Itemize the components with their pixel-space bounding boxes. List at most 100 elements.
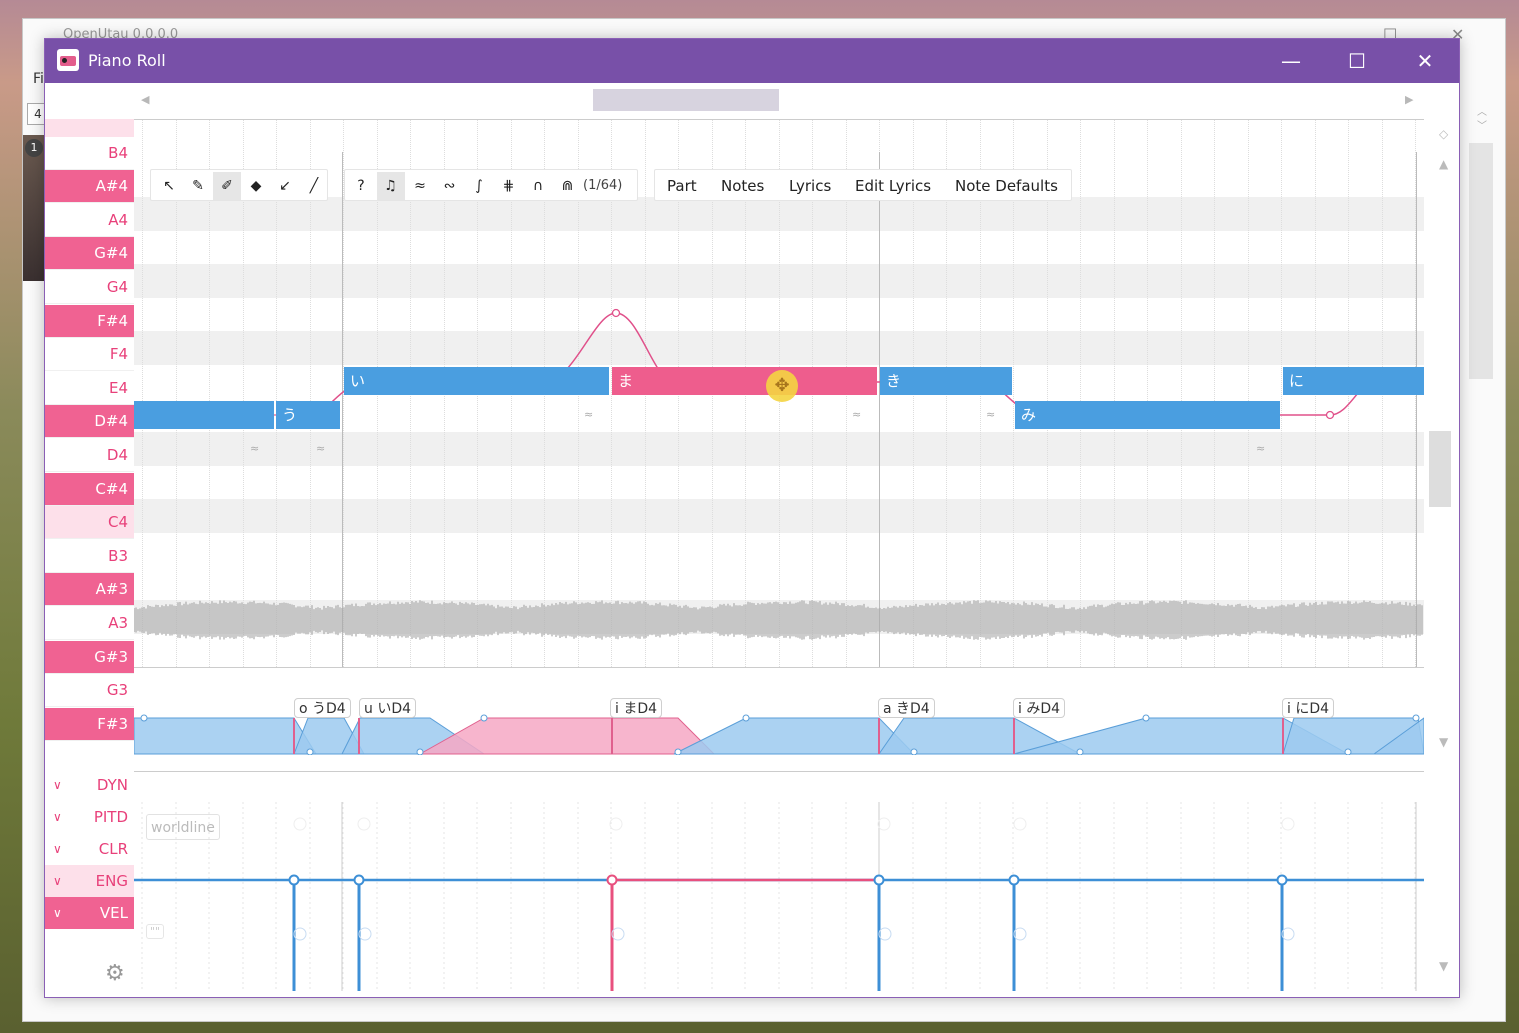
draw-pitch-tool-icon[interactable]: ↙: [271, 172, 299, 200]
close-button[interactable]: ✕: [1405, 47, 1445, 75]
note[interactable]: き: [880, 367, 1012, 395]
pen-plus-tool-icon[interactable]: ✐: [213, 172, 241, 200]
show-phoneme-icon[interactable]: ⋒: [554, 172, 582, 200]
piano-key[interactable]: A3: [45, 607, 134, 640]
piano-key[interactable]: F#4: [45, 305, 134, 338]
ghost-handle: [358, 927, 372, 941]
vibrato-toggle-icon[interactable]: ≈: [584, 408, 593, 421]
scroll-left-arrow-icon[interactable]: ◀: [141, 93, 149, 106]
scroll-down-icon[interactable]: ▼: [1439, 735, 1448, 749]
chevron-down-icon[interactable]: ∨: [53, 769, 62, 801]
phoneme-label[interactable]: i まD4: [610, 698, 663, 718]
vibrato-toggle-icon[interactable]: ≈: [986, 408, 995, 421]
window-title: Piano Roll: [88, 51, 166, 70]
note[interactable]: い: [344, 367, 609, 395]
eraser-tool-icon[interactable]: ◆: [242, 172, 270, 200]
piano-key[interactable]: B4: [45, 137, 134, 170]
background-scrollbar[interactable]: [1469, 143, 1493, 379]
phoneme-label[interactable]: o うD4: [294, 698, 351, 718]
vertical-scroll-thumb[interactable]: [1429, 431, 1451, 507]
piano-keyboard[interactable]: B4 A#4 A4 G#4 G4 F#4 F4 E4 D#4 D4 C#4 C4 B3 A#3 A3 G#3 G…: [45, 119, 134, 755]
piano-key[interactable]: G3: [45, 674, 134, 707]
show-waveform-icon[interactable]: ⋕: [495, 172, 523, 200]
vibrato-toggle-icon[interactable]: ≈: [1256, 442, 1265, 455]
note[interactable]: に: [1283, 367, 1424, 395]
note[interactable]: う: [276, 401, 340, 429]
expression-tab-clr[interactable]: ∨ CLR: [45, 833, 134, 865]
vibrato-toggle-icon[interactable]: ≈: [852, 408, 861, 421]
horizontal-scroll-thumb[interactable]: [593, 89, 779, 111]
pen-tool-icon[interactable]: ✎: [184, 172, 212, 200]
phoneme-label[interactable]: i にD4: [1282, 698, 1335, 718]
chevron-down-icon[interactable]: ∨: [53, 897, 62, 929]
tips-icon[interactable]: ?: [347, 172, 375, 200]
maximize-button[interactable]: ☐: [1337, 47, 1377, 75]
piano-key[interactable]: A4: [45, 204, 134, 237]
piano-key[interactable]: E4: [45, 372, 134, 405]
menu-bar: Part Notes Lyrics Edit Lyrics Note Defaults: [654, 169, 1072, 201]
expression-tab-dyn[interactable]: ∨ DYN: [45, 769, 134, 801]
background-scroll-up-icon[interactable]: ︿: [1477, 103, 1487, 118]
chevron-down-icon[interactable]: ∨: [53, 801, 62, 833]
piano-key[interactable]: D#4: [45, 405, 134, 438]
phoneme-label[interactable]: a きD4: [878, 698, 935, 718]
show-portamento-icon[interactable]: ∩: [524, 172, 552, 200]
piano-key[interactable]: D4: [45, 439, 134, 472]
expression-curves: [134, 802, 1424, 991]
play-tone-icon[interactable]: ♫: [376, 172, 405, 200]
diamond-icon[interactable]: ◇: [1439, 127, 1448, 141]
expression-tab-pitd[interactable]: ∨ PITD: [45, 801, 134, 833]
phoneme-label[interactable]: i みD4: [1013, 698, 1066, 718]
show-pitch-icon[interactable]: ∾: [436, 172, 464, 200]
expression-label: DYN: [96, 776, 128, 794]
menu-notes[interactable]: Notes: [721, 170, 764, 202]
expression-tab-eng[interactable]: ∨ ENG: [45, 865, 134, 897]
piano-key[interactable]: [45, 119, 134, 138]
vibrato-toggle-icon[interactable]: ≈: [250, 442, 259, 455]
piano-key[interactable]: C4: [45, 506, 134, 539]
worldline-label: worldline: [146, 814, 220, 840]
selection-tool-icon[interactable]: ↖: [155, 172, 183, 200]
velocity-handle: [288, 874, 300, 886]
menu-lyrics[interactable]: Lyrics: [789, 170, 831, 202]
show-vibrato-icon[interactable]: ≈: [406, 172, 434, 200]
background-scroll-down-icon[interactable]: ﹀: [1477, 117, 1487, 132]
chevron-down-icon[interactable]: ∨: [53, 833, 62, 865]
minimize-button[interactable]: —: [1271, 47, 1311, 75]
expression-canvas[interactable]: worldline "": [134, 771, 1424, 991]
title-bar[interactable]: Piano Roll — ☐ ✕: [45, 39, 1459, 83]
phoneme-strip[interactable]: o うD4 u いD4 i まD4 a きD4 i みD4 i にD4: [134, 667, 1424, 755]
piano-key[interactable]: G#3: [45, 641, 134, 674]
vibrato-toggle-icon[interactable]: ≈: [316, 442, 325, 455]
menu-edit-lyrics[interactable]: Edit Lyrics: [855, 170, 931, 202]
scroll-right-arrow-icon[interactable]: ▶: [1405, 93, 1413, 106]
velocity-handle: [873, 874, 885, 886]
phoneme-label[interactable]: u いD4: [359, 698, 417, 718]
background-menu-file[interactable]: Fi: [33, 71, 44, 87]
note-canvas[interactable]: ういまきみに ≈ ≈ ≈ ≈ ≈ ≈ ✥ ↖ ✎ ✐ ◆ ↙ ╱ ? ♫ ≈ ∾ ∫ ⋕ ∩ ⋒ (1/64) Part…: [134, 119, 1424, 667]
phoneme-handle: [306, 748, 314, 755]
note[interactable]: [134, 401, 274, 429]
piano-key[interactable]: G4: [45, 271, 134, 304]
note[interactable]: み: [1015, 401, 1280, 429]
ghost-point: [357, 817, 371, 831]
note[interactable]: ま: [612, 367, 877, 395]
piano-key[interactable]: A#4: [45, 170, 134, 203]
scroll-up-icon[interactable]: ▲: [1439, 157, 1448, 171]
phoneme-handle: [1344, 748, 1352, 755]
gear-icon[interactable]: ⚙: [105, 961, 125, 986]
snap-division-button[interactable]: (1/64): [583, 170, 622, 202]
expression-tab-vel[interactable]: ∨ VEL: [45, 897, 134, 929]
piano-key[interactable]: B3: [45, 540, 134, 573]
snap-pitch-icon[interactable]: ∫: [465, 172, 493, 200]
piano-key[interactable]: G#4: [45, 237, 134, 270]
piano-key[interactable]: F#3: [45, 708, 134, 741]
menu-part[interactable]: Part: [667, 170, 697, 202]
expression-scroll-down-icon[interactable]: ▼: [1439, 959, 1448, 973]
menu-note-defaults[interactable]: Note Defaults: [955, 170, 1058, 202]
piano-key[interactable]: F4: [45, 338, 134, 371]
chevron-down-icon[interactable]: ∨: [53, 865, 62, 897]
piano-key[interactable]: A#3: [45, 573, 134, 606]
knife-tool-icon[interactable]: ╱: [300, 172, 328, 200]
piano-key[interactable]: C#4: [45, 473, 134, 506]
